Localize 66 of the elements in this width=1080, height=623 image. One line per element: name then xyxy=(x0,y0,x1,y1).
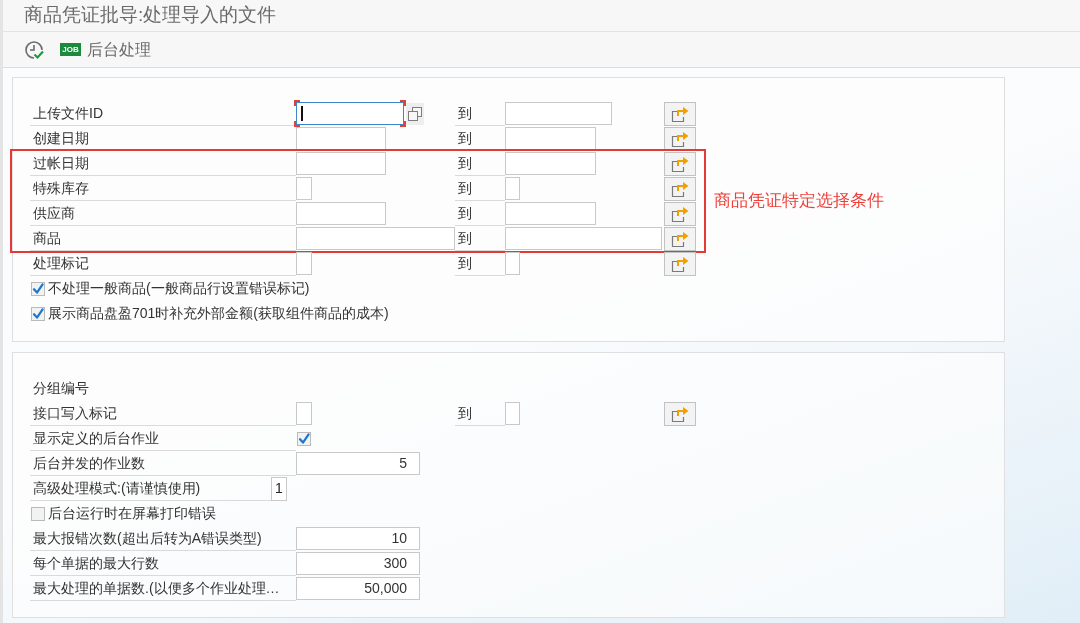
input-field[interactable] xyxy=(505,177,520,200)
field-label: 最大处理的单据数.(以便多个作业处理… xyxy=(30,576,296,601)
input-field[interactable] xyxy=(296,152,386,175)
input-field[interactable] xyxy=(296,227,455,250)
multiple-selection-button[interactable] xyxy=(664,201,696,226)
input-field[interactable] xyxy=(505,252,520,275)
checkbox[interactable] xyxy=(31,506,45,521)
annotation-text: 商品凭证特定选择条件 xyxy=(714,190,884,213)
box-arrow-icon xyxy=(671,205,689,222)
box-arrow-icon xyxy=(671,405,689,422)
number-field[interactable]: 5 xyxy=(296,452,420,475)
field-label: 高级处理模式:(请谨慎使用) xyxy=(30,476,271,501)
job-badge: JOB xyxy=(60,43,81,56)
group-heading: 分组编号 xyxy=(32,379,89,398)
multiple-selection-button[interactable] xyxy=(664,176,696,201)
field-label: 特殊库存 xyxy=(30,176,296,201)
input-field[interactable] xyxy=(505,227,662,250)
field-label: 上传文件ID xyxy=(30,101,296,126)
multiple-selection-button[interactable] xyxy=(664,251,696,276)
overlapping-squares-icon[interactable] xyxy=(406,102,424,125)
number-field[interactable]: 1 xyxy=(271,476,287,501)
field-label: 每个单据的最大行数 xyxy=(30,551,296,576)
field-label: 后台并发的作业数 xyxy=(30,451,296,476)
box-arrow-icon xyxy=(671,130,689,147)
field-label: 显示定义的后台作业 xyxy=(30,426,296,451)
clock-check-icon xyxy=(24,39,44,60)
box-arrow-icon xyxy=(671,155,689,172)
execute-button[interactable] xyxy=(24,39,44,60)
multiple-selection-button[interactable] xyxy=(664,126,696,151)
multiple-selection-button[interactable] xyxy=(664,151,696,176)
checkbox-label: 展示商品盘盈701时补充外部金额(获取组件商品的成本) xyxy=(48,304,389,323)
input-field[interactable] xyxy=(296,202,386,225)
checkbox[interactable] xyxy=(31,306,45,321)
input-field[interactable] xyxy=(294,100,406,127)
field-label: 最大报错次数(超出后转为A错误类型) xyxy=(30,526,296,551)
text-cursor-icon xyxy=(301,106,303,121)
input-field[interactable] xyxy=(505,127,596,150)
field-label: 商品 xyxy=(30,226,296,251)
checkbox[interactable] xyxy=(31,281,45,296)
input-field[interactable] xyxy=(505,152,596,175)
number-field[interactable]: 10 xyxy=(296,527,420,550)
window-title: 商品凭证批导:处理导入的文件 xyxy=(24,3,277,28)
checkbox-label: 不处理一般商品(一般商品行设置错误标记) xyxy=(48,279,310,298)
multiple-selection-button[interactable] xyxy=(664,226,696,251)
checkbox[interactable] xyxy=(297,431,311,446)
input-field[interactable] xyxy=(505,102,612,125)
number-field[interactable]: 300 xyxy=(296,552,420,575)
box-arrow-icon xyxy=(671,230,689,247)
box-arrow-icon xyxy=(671,105,689,122)
multiple-selection-button[interactable] xyxy=(664,401,696,426)
field-label: 接口写入标记 xyxy=(30,401,296,426)
number-field[interactable]: 50,000 xyxy=(296,577,420,600)
checkbox-label: 后台运行时在屏幕打印错误 xyxy=(48,504,216,523)
field-label: 处理标记 xyxy=(30,251,296,276)
box-arrow-icon xyxy=(671,255,689,272)
input-field[interactable] xyxy=(505,402,520,425)
field-label: 过帐日期 xyxy=(30,151,296,176)
background-processing-button[interactable]: JOB 后台处理 xyxy=(60,37,151,62)
input-field[interactable] xyxy=(296,127,386,150)
input-field[interactable] xyxy=(296,402,312,425)
multiple-selection-button[interactable] xyxy=(664,101,696,126)
input-field[interactable] xyxy=(296,177,312,200)
box-arrow-icon xyxy=(671,180,689,197)
input-field[interactable] xyxy=(296,252,312,275)
field-label: 供应商 xyxy=(30,201,296,226)
input-field[interactable] xyxy=(505,202,596,225)
